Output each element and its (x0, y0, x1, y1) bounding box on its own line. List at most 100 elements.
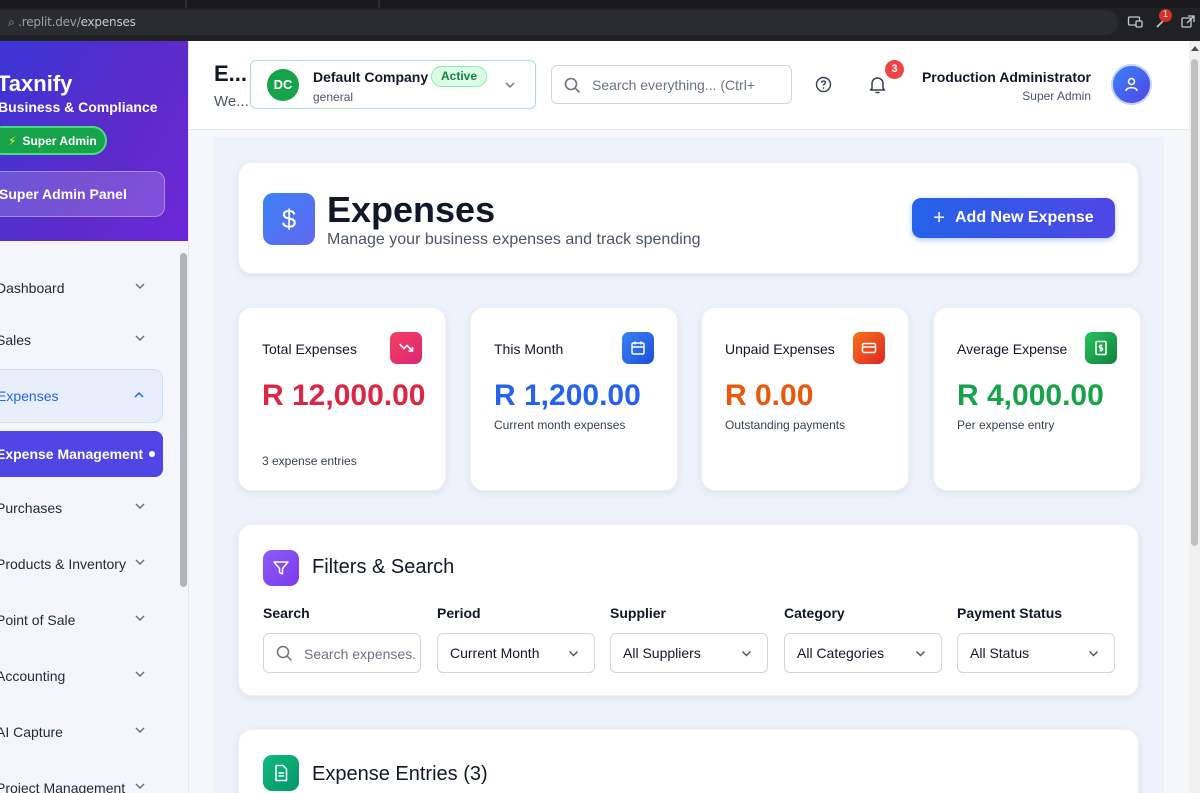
sidebar: Taxnify Business & Compliance ⚡ Super Ad… (0, 41, 189, 793)
browser-chrome: ⌕ .replit.dev/expenses 1 (0, 0, 1200, 41)
scroll-up-arrow[interactable] (1191, 46, 1199, 51)
chevron-down-icon (135, 727, 145, 734)
trending-down-icon (390, 332, 422, 364)
stat-value: R 12,000.00 (262, 379, 426, 412)
sidebar-item-label: Purchases (0, 500, 63, 516)
category-select[interactable]: All Categories (784, 633, 942, 673)
page-subtitle: Manage your business expenses and track … (327, 231, 701, 248)
chevron-down-icon (135, 503, 145, 510)
global-search-input[interactable] (592, 75, 788, 95)
admin-panel-label: Super Admin Panel (0, 186, 127, 202)
sidebar-item-sales[interactable]: Sales (0, 313, 163, 367)
payment-status-value: All Status (970, 645, 1030, 661)
global-search[interactable] (551, 65, 792, 104)
role-badge-label: Super Admin (22, 133, 97, 148)
stat-label: Average Expense (957, 341, 1068, 357)
url-text: ⌕ .replit.dev/expenses (8, 15, 136, 30)
sidebar-scrollbar[interactable] (180, 253, 187, 587)
period-select[interactable]: Current Month (437, 633, 595, 673)
chevron-down-icon (568, 650, 579, 657)
sidebar-item-label: AI Capture (0, 724, 63, 740)
stat-card-total-expenses: Total Expenses R 12,000.00 3 expense ent… (238, 307, 446, 491)
address-bar[interactable]: ⌕ .replit.dev/expenses (0, 10, 1118, 35)
sidebar-item-purchases[interactable]: Purchases (0, 481, 163, 535)
chevron-down-icon (135, 335, 145, 342)
calendar-icon (622, 332, 654, 364)
filter-payment-status: Payment Status All Status (957, 605, 1115, 673)
stat-description: Outstanding payments (725, 418, 846, 432)
sidebar-header: Taxnify Business & Compliance ⚡ Super Ad… (0, 41, 188, 241)
payment-status-select[interactable]: All Status (957, 633, 1115, 673)
sidebar-item-label: Point of Sale (0, 612, 76, 628)
stat-value: R 0.00 (725, 379, 814, 412)
notification-count-badge: 3 (885, 60, 904, 79)
cast-icon[interactable] (1127, 14, 1143, 30)
receipt-icon (1085, 332, 1117, 364)
chevron-down-icon (135, 283, 145, 290)
admin-panel-button[interactable]: Super Admin Panel (0, 171, 165, 217)
filter-label: Supplier (610, 605, 667, 621)
page-scrollbar[interactable] (1189, 41, 1200, 793)
category-select-value: All Categories (797, 645, 885, 661)
sidebar-item-accounting[interactable]: Accounting (0, 649, 163, 703)
company-name: Default Company (313, 69, 429, 85)
chevron-down-icon (135, 559, 145, 566)
stat-value: R 4,000.00 (957, 379, 1104, 412)
filter-label: Search (263, 605, 310, 621)
extension-badge: 1 (1159, 9, 1172, 22)
sidebar-item-expense-management[interactable]: Expense Management (0, 431, 163, 477)
sidebar-item-expenses[interactable]: Expenses (0, 369, 163, 423)
url-path: expenses (80, 15, 136, 29)
filter-label: Payment Status (957, 605, 1063, 621)
top-header: E... We... DC Default Company Active gen… (189, 41, 1189, 130)
search-icon (564, 77, 581, 94)
add-expense-label: Add New Expense (954, 209, 1094, 226)
user-avatar[interactable] (1111, 64, 1152, 105)
chevron-down-icon (1088, 650, 1099, 657)
scrollbar-thumb[interactable] (1191, 59, 1198, 546)
brand-subtitle: Business & Compliance (0, 99, 158, 115)
stat-card-average-expense: Average Expense R 4,000.00 Per expense e… (933, 307, 1141, 491)
page-header-card: $ Expenses Manage your business expenses… (238, 162, 1139, 274)
filter-period: Period Current Month (437, 605, 595, 673)
sidebar-item-products-inventory[interactable]: Products & Inventory (0, 537, 163, 591)
supplier-select[interactable]: All Suppliers (610, 633, 768, 673)
company-selector[interactable]: DC Default Company Active general (250, 60, 536, 109)
bolt-icon: ⚡ (8, 133, 17, 148)
external-link-icon[interactable] (1180, 14, 1196, 30)
stat-description: 3 expense entries (262, 454, 357, 468)
sidebar-item-ai-capture[interactable]: AI Capture (0, 705, 163, 759)
sidebar-item-label: Products & Inventory (0, 556, 126, 572)
document-icon (263, 755, 299, 791)
filter-search: Search (263, 605, 421, 673)
stat-card-this-month: This Month R 1,200.00 Current month expe… (470, 307, 678, 491)
role-badge: ⚡ Super Admin (0, 126, 107, 155)
stat-card-unpaid-expenses: Unpaid Expenses R 0.00 Outstanding payme… (701, 307, 909, 491)
sidebar-item-project-management[interactable]: Project Management (0, 761, 163, 793)
chevron-down-icon (135, 615, 145, 622)
user-role: Super Admin (1022, 89, 1091, 103)
user-icon (1125, 77, 1138, 92)
add-expense-button[interactable]: + Add New Expense (912, 198, 1115, 238)
filter-category: Category All Categories (784, 605, 942, 673)
filter-icon (263, 550, 299, 586)
expense-search-field[interactable] (263, 633, 421, 673)
main-content: $ Expenses Manage your business expenses… (213, 137, 1164, 793)
active-dot (149, 451, 155, 457)
stat-value: R 1,200.00 (494, 379, 641, 412)
brand-name: Taxnify (0, 71, 73, 96)
tab-strip (0, 0, 1200, 8)
expense-search-input[interactable] (304, 644, 416, 664)
plus-icon: + (933, 206, 945, 229)
header-title: E... (214, 61, 248, 86)
help-icon[interactable] (815, 76, 832, 93)
url-host: ⌕ .replit.dev/ (8, 15, 81, 29)
page-title: Expenses (327, 189, 496, 230)
bell-icon[interactable] (868, 75, 887, 94)
period-select-value: Current Month (450, 645, 540, 661)
sidebar-item-dashboard[interactable]: Dashboard (0, 261, 163, 315)
stat-label: Unpaid Expenses (725, 341, 835, 357)
sidebar-item-label: Accounting (0, 668, 66, 684)
sidebar-item-point-of-sale[interactable]: Point of Sale (0, 593, 163, 647)
tab-separator (378, 0, 380, 8)
